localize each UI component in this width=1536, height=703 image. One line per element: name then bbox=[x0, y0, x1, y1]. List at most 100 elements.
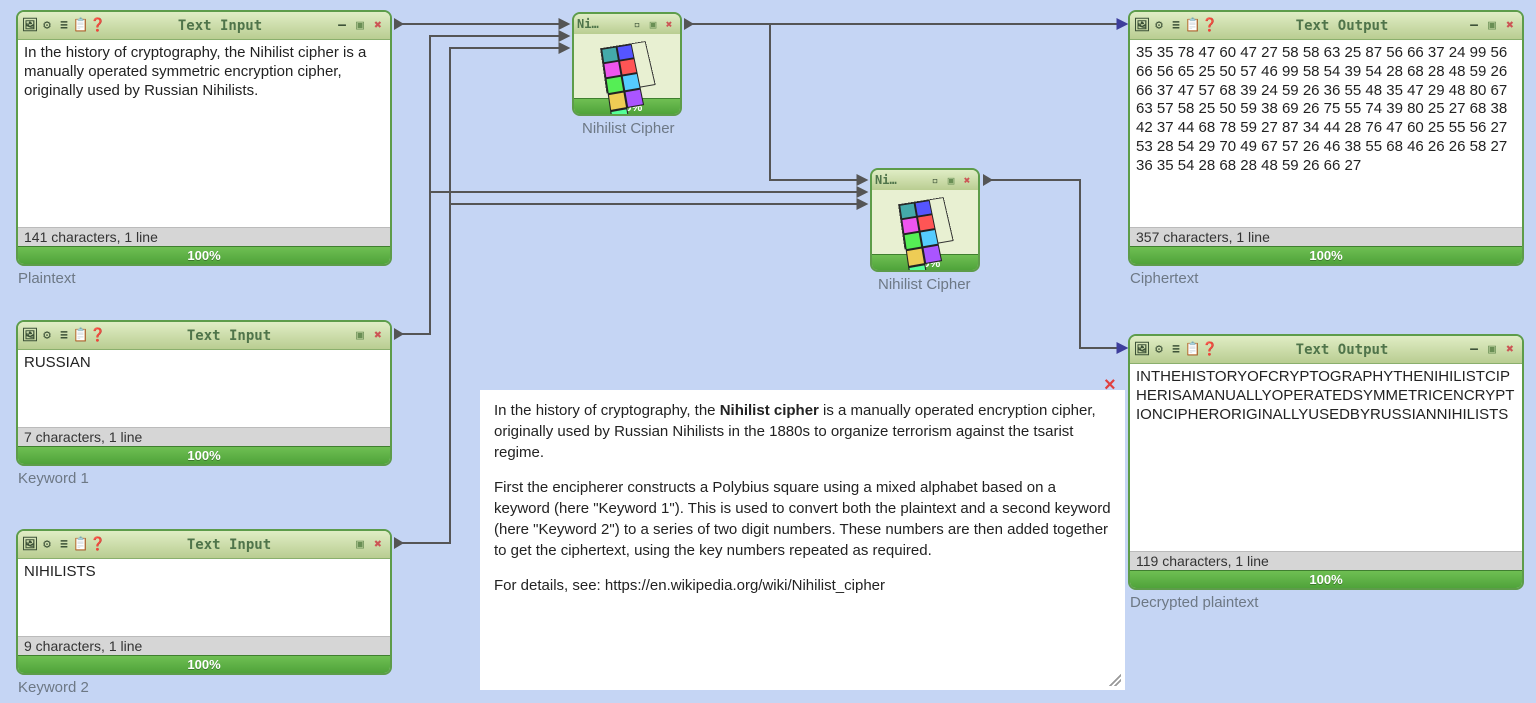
maximize-icon[interactable]: ▣ bbox=[1484, 18, 1500, 34]
cipher-label-1: Nihilist Cipher bbox=[582, 120, 675, 137]
close-icon[interactable]: ✖ bbox=[959, 172, 975, 188]
close-icon[interactable]: ✖ bbox=[370, 537, 386, 553]
gear-icon[interactable]: ⚙ bbox=[39, 18, 55, 34]
status-bar: 119 characters, 1 line bbox=[1130, 551, 1522, 570]
output-port[interactable] bbox=[394, 328, 404, 340]
text-input-area[interactable]: RUSSIAN bbox=[18, 350, 390, 427]
help-icon[interactable]: ❓ bbox=[90, 18, 106, 34]
gear-icon[interactable]: ⚙ bbox=[39, 328, 55, 344]
presentation-icon[interactable]: 🖼 bbox=[1134, 18, 1150, 34]
cipher-title: Ni… bbox=[577, 17, 629, 31]
info-text: In the history of cryptography, the bbox=[494, 402, 720, 419]
cipher-header[interactable]: Ni… ▫ ▣ ✖ bbox=[872, 170, 978, 190]
panel-label-plaintext: Plaintext bbox=[18, 270, 76, 287]
info-panel[interactable]: In the history of cryptography, the Nihi… bbox=[480, 390, 1125, 690]
minimize-icon[interactable]: ▫ bbox=[927, 172, 943, 188]
panel-title: Text Input bbox=[106, 537, 352, 553]
panel-title: Text Output bbox=[1218, 18, 1466, 34]
presentation-icon[interactable]: 🖼 bbox=[22, 537, 38, 553]
help-icon[interactable]: ❓ bbox=[1202, 342, 1218, 358]
panel-plaintext[interactable]: 🖼 ⚙ ≡ 📋 ❓ Text Input — ▣ ✖ In the histor… bbox=[16, 10, 392, 266]
gear-icon[interactable]: ⚙ bbox=[1151, 18, 1167, 34]
info-paragraph-3: For details, see: https://en.wikipedia.o… bbox=[494, 575, 1111, 596]
close-icon[interactable]: ✖ bbox=[661, 16, 677, 32]
panel-decrypted[interactable]: 🖼 ⚙ ≡ 📋 ❓ Text Output — ▣ ✖ INTHEHISTORY… bbox=[1128, 334, 1524, 590]
clipboard-icon[interactable]: 📋 bbox=[73, 537, 89, 553]
info-bold: Nihilist cipher bbox=[720, 402, 819, 419]
help-icon[interactable]: ❓ bbox=[1202, 18, 1218, 34]
maximize-icon[interactable]: ▣ bbox=[1484, 342, 1500, 358]
cipher-icon-area bbox=[872, 190, 978, 254]
cipher-node-2[interactable]: Ni… ▫ ▣ ✖ 100% bbox=[870, 168, 980, 272]
help-icon[interactable]: ❓ bbox=[90, 328, 106, 344]
presentation-icon[interactable]: 🖼 bbox=[22, 328, 38, 344]
status-bar: 9 characters, 1 line bbox=[18, 636, 390, 655]
text-input-area[interactable]: In the history of cryptography, the Nihi… bbox=[18, 40, 390, 227]
panel-label-ciphertext: Ciphertext bbox=[1130, 270, 1198, 287]
menu-icon[interactable]: ≡ bbox=[56, 328, 72, 344]
close-icon[interactable]: ✖ bbox=[1502, 342, 1518, 358]
minimize-icon[interactable]: — bbox=[1466, 18, 1482, 34]
panel-label-keyword2: Keyword 2 bbox=[18, 679, 89, 696]
panel-title: Text Output bbox=[1218, 342, 1466, 358]
panel-keyword1[interactable]: 🖼 ⚙ ≡ 📋 ❓ Text Input ▣ ✖ RUSSIAN 7 chara… bbox=[16, 320, 392, 466]
progress-bar: 100% bbox=[1130, 570, 1522, 588]
panel-title: Text Input bbox=[106, 328, 352, 344]
status-bar: 7 characters, 1 line bbox=[18, 427, 390, 446]
menu-icon[interactable]: ≡ bbox=[1168, 342, 1184, 358]
progress-bar: 100% bbox=[18, 655, 390, 673]
panel-header[interactable]: 🖼 ⚙ ≡ 📋 ❓ Text Input ▣ ✖ bbox=[18, 322, 390, 350]
text-input-area[interactable]: NIHILISTS bbox=[18, 559, 390, 636]
panel-header[interactable]: 🖼 ⚙ ≡ 📋 ❓ Text Output — ▣ ✖ bbox=[1130, 12, 1522, 40]
info-paragraph-1: In the history of cryptography, the Nihi… bbox=[494, 400, 1111, 463]
maximize-icon[interactable]: ▣ bbox=[943, 172, 959, 188]
cipher-title: Ni… bbox=[875, 173, 927, 187]
output-port[interactable] bbox=[983, 174, 993, 186]
panel-label-keyword1: Keyword 1 bbox=[18, 470, 89, 487]
gear-icon[interactable]: ⚙ bbox=[1151, 342, 1167, 358]
clipboard-icon[interactable]: 📋 bbox=[73, 18, 89, 34]
text-output-area[interactable]: INTHEHISTORYOFCRYPTOGRAPHYTHENIHILISTCIP… bbox=[1130, 364, 1522, 551]
resize-grip-icon[interactable] bbox=[1109, 674, 1121, 686]
panel-header[interactable]: 🖼 ⚙ ≡ 📋 ❓ Text Input ▣ ✖ bbox=[18, 531, 390, 559]
panel-header[interactable]: 🖼 ⚙ ≡ 📋 ❓ Text Input — ▣ ✖ bbox=[18, 12, 390, 40]
presentation-icon[interactable]: 🖼 bbox=[22, 18, 38, 34]
status-bar: 141 characters, 1 line bbox=[18, 227, 390, 246]
cipher-header[interactable]: Ni… ▫ ▣ ✖ bbox=[574, 14, 680, 34]
help-icon[interactable]: ❓ bbox=[90, 537, 106, 553]
menu-icon[interactable]: ≡ bbox=[56, 537, 72, 553]
panel-keyword2[interactable]: 🖼 ⚙ ≡ 📋 ❓ Text Input ▣ ✖ NIHILISTS 9 cha… bbox=[16, 529, 392, 675]
maximize-icon[interactable]: ▣ bbox=[352, 537, 368, 553]
status-bar: 357 characters, 1 line bbox=[1130, 227, 1522, 246]
minimize-icon[interactable]: — bbox=[1466, 342, 1482, 358]
info-close-icon[interactable]: × bbox=[1104, 374, 1116, 397]
output-port[interactable] bbox=[684, 18, 694, 30]
minimize-icon[interactable]: ▫ bbox=[629, 16, 645, 32]
cipher-icon-area bbox=[574, 34, 680, 98]
progress-bar: 100% bbox=[18, 446, 390, 464]
maximize-icon[interactable]: ▣ bbox=[352, 18, 368, 34]
close-icon[interactable]: ✖ bbox=[1502, 18, 1518, 34]
clipboard-icon[interactable]: 📋 bbox=[73, 328, 89, 344]
output-port[interactable] bbox=[394, 18, 404, 30]
polybius-square-icon bbox=[898, 197, 954, 249]
minimize-icon[interactable]: — bbox=[334, 18, 350, 34]
clipboard-icon[interactable]: 📋 bbox=[1185, 342, 1201, 358]
maximize-icon[interactable]: ▣ bbox=[645, 16, 661, 32]
text-output-area[interactable]: 35 35 78 47 60 47 27 58 58 63 25 87 56 6… bbox=[1130, 40, 1522, 227]
menu-icon[interactable]: ≡ bbox=[1168, 18, 1184, 34]
presentation-icon[interactable]: 🖼 bbox=[1134, 342, 1150, 358]
close-icon[interactable]: ✖ bbox=[370, 18, 386, 34]
close-icon[interactable]: ✖ bbox=[370, 328, 386, 344]
cipher-label-2: Nihilist Cipher bbox=[878, 276, 971, 293]
gear-icon[interactable]: ⚙ bbox=[39, 537, 55, 553]
panel-title: Text Input bbox=[106, 18, 334, 34]
panel-header[interactable]: 🖼 ⚙ ≡ 📋 ❓ Text Output — ▣ ✖ bbox=[1130, 336, 1522, 364]
maximize-icon[interactable]: ▣ bbox=[352, 328, 368, 344]
panel-ciphertext[interactable]: 🖼 ⚙ ≡ 📋 ❓ Text Output — ▣ ✖ 35 35 78 47 … bbox=[1128, 10, 1524, 266]
output-port[interactable] bbox=[394, 537, 404, 549]
polybius-square-icon bbox=[600, 41, 656, 93]
menu-icon[interactable]: ≡ bbox=[56, 18, 72, 34]
cipher-node-1[interactable]: Ni… ▫ ▣ ✖ 100% bbox=[572, 12, 682, 116]
clipboard-icon[interactable]: 📋 bbox=[1185, 18, 1201, 34]
